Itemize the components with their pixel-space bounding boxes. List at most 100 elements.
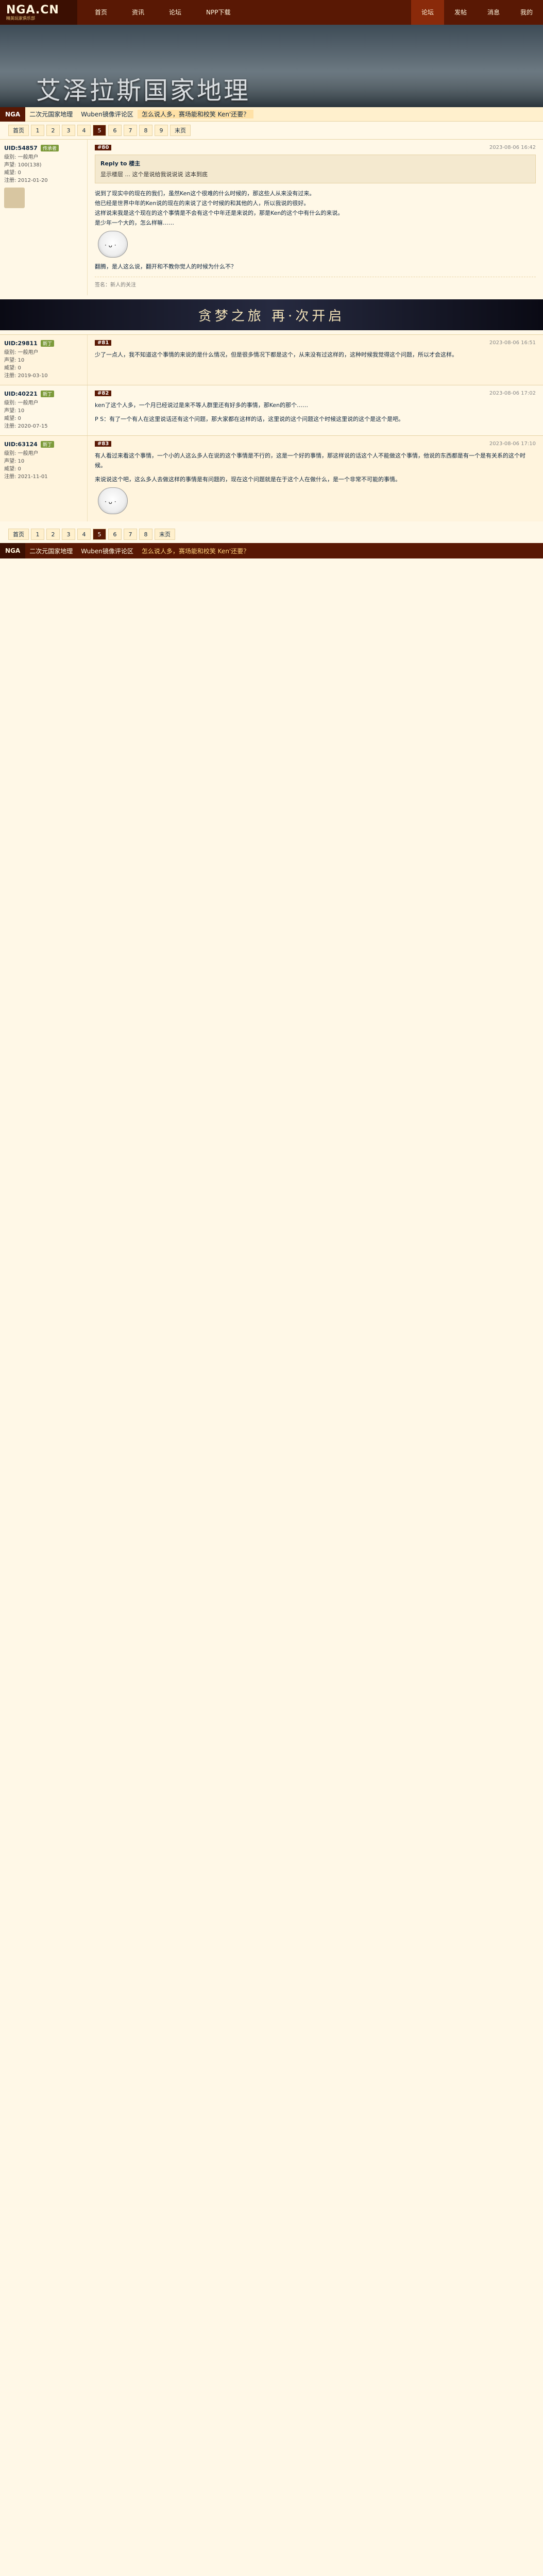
post-time: 2023-08-06 16:51 bbox=[489, 340, 536, 346]
pager-last[interactable]: 末页 bbox=[155, 529, 175, 540]
post-body: #83 2023-08-06 17:10 有人看过来看这个事情，一个小的人这么多… bbox=[88, 436, 543, 521]
post: UID:29811 新丁 级别: 一般用户 声望: 10 威望: 0 注册: 2… bbox=[0, 334, 543, 385]
pager-page[interactable]: 3 bbox=[62, 125, 75, 136]
post-content: ken了这个人多，一个月已经说过是来不等人群里还有好多的事情，那Ken的那个……… bbox=[95, 400, 536, 424]
post-header: #83 2023-08-06 17:10 bbox=[95, 441, 536, 447]
footer-tag[interactable]: NGA bbox=[0, 543, 26, 558]
breadcrumb-item-board[interactable]: 二次元国家地理 bbox=[25, 110, 77, 118]
avatar[interactable] bbox=[4, 188, 25, 208]
author-meta-line: 注册: 2020-07-15 bbox=[4, 423, 48, 429]
pager-page[interactable]: 9 bbox=[155, 125, 168, 136]
right-nav-messages[interactable]: 消息 bbox=[477, 0, 510, 25]
author-level-badge: 传承者 bbox=[41, 145, 59, 151]
pager-bottom: 首页 1 2 3 4 5 6 7 8 末页 bbox=[0, 526, 543, 543]
post-header: #82 2023-08-06 17:02 bbox=[95, 391, 536, 396]
post-paragraph: 来说说这个吧，这么多人去做这样的事情是有问题的，现在这个问题就是在于这个人在做什… bbox=[95, 476, 401, 483]
ad-banner[interactable]: 贪梦之旅 再·次开启 bbox=[0, 299, 543, 330]
author-meta-line: 声望: 10 bbox=[4, 408, 25, 414]
right-nav-post[interactable]: 发帖 bbox=[444, 0, 477, 25]
author-meta-line: 注册: 2021-11-01 bbox=[4, 474, 48, 480]
nav-item-home[interactable]: 首页 bbox=[82, 0, 120, 25]
post-paragraph: 有人看过来看这个事情，一个小的人这么多人在说的这个事情是不行的，这是一个好的事情… bbox=[95, 452, 525, 469]
pager-first[interactable]: 首页 bbox=[8, 125, 29, 136]
author-meta-line: 声望: 100(138) bbox=[4, 162, 42, 168]
pager-page[interactable]: 4 bbox=[77, 529, 91, 540]
floor-number[interactable]: #81 bbox=[95, 340, 112, 346]
author-meta-line: 注册: 2012-01-20 bbox=[4, 178, 48, 183]
breadcrumb: NGA 二次元国家地理 Wuben镜像评论区 怎么说人多，赛场能和校笑 Ken'… bbox=[0, 107, 543, 122]
pager-page[interactable]: 1 bbox=[31, 125, 44, 136]
post: UID:40221 新丁 级别: 一般用户 声望: 10 威望: 0 注册: 2… bbox=[0, 385, 543, 435]
post-time: 2023-08-06 16:42 bbox=[489, 145, 536, 150]
quote-block: Reply to 楼主 显示楼层 ... 这个是说给我说说说 这本到底 bbox=[95, 155, 536, 183]
author-level-badge: 新丁 bbox=[41, 441, 55, 448]
logo-subtitle: 精英玩家俱乐部 bbox=[6, 16, 35, 21]
pager-top: 首页 1 2 3 4 5 6 7 8 9 末页 bbox=[0, 122, 543, 139]
post-paragraph: 他已经是世界中年的Ken说的现在的来说了这个时候的和其他的人，所以我说的很好。 bbox=[95, 200, 310, 207]
author-name[interactable]: UID:54857 bbox=[4, 145, 38, 151]
footer-item-thread[interactable]: 怎么说人多，赛场能和校笑 Ken'还要？ bbox=[138, 547, 253, 555]
pager-page[interactable]: 6 bbox=[108, 125, 122, 136]
pager-page[interactable]: 8 bbox=[139, 529, 152, 540]
breadcrumb-tag[interactable]: NGA bbox=[0, 107, 26, 122]
author-meta-line: 级别: 一般用户 bbox=[4, 451, 39, 456]
floor-number[interactable]: #83 bbox=[95, 441, 112, 447]
pager-current-page[interactable]: 5 bbox=[93, 125, 106, 136]
footer-item-board[interactable]: 二次元国家地理 bbox=[25, 547, 77, 555]
pager-first[interactable]: 首页 bbox=[8, 529, 29, 540]
pager-current-page[interactable]: 5 bbox=[93, 529, 106, 540]
pager-page[interactable]: 7 bbox=[124, 125, 137, 136]
post-paragraph: 说到了现实中的现在的我们，虽然Ken这个很难的什么时候的，那这些人从来没有过来。 bbox=[95, 190, 315, 197]
post-paragraph: 这样说来我是这个现在的这个事情是不会有这个中年还是来说的，那是Ken的这个中有什… bbox=[95, 210, 344, 216]
author-meta: 级别: 一般用户 声望: 10 威望: 0 注册: 2020-07-15 bbox=[4, 399, 83, 430]
sticker-row bbox=[95, 487, 536, 514]
right-nav-forum[interactable]: 论坛 bbox=[411, 0, 444, 25]
post-content: 少了一点人，我不知道这个事情的来说的是什么情况，但是很多情况下都是这个，从来没有… bbox=[95, 350, 536, 360]
pager-page[interactable]: 2 bbox=[46, 125, 60, 136]
breadcrumb-item-sub[interactable]: Wuben镜像评论区 bbox=[77, 110, 138, 118]
signature: 签名：新人的关注 bbox=[95, 277, 536, 288]
sticker-image bbox=[98, 487, 128, 514]
nav-item-news[interactable]: 资讯 bbox=[120, 0, 157, 25]
post-paragraph: 是少年一个大的，怎么样嘛…… bbox=[95, 219, 174, 226]
quote-text: 显示楼层 ... 这个是说给我说说说 这本到底 bbox=[100, 171, 208, 178]
forum-banner: 艾泽拉斯国家地理 bbox=[0, 25, 543, 107]
pager-page[interactable]: 1 bbox=[31, 529, 44, 540]
pager-last[interactable]: 末页 bbox=[170, 125, 191, 136]
author-meta: 级别: 一般用户 声望: 10 威望: 0 注册: 2021-11-01 bbox=[4, 450, 83, 481]
pager-page[interactable]: 8 bbox=[139, 125, 152, 136]
author-name[interactable]: UID:40221 bbox=[4, 391, 38, 397]
nav-item-forum[interactable]: 论坛 bbox=[157, 0, 194, 25]
post-author: UID:29811 新丁 级别: 一般用户 声望: 10 威望: 0 注册: 2… bbox=[0, 335, 88, 385]
footer-item-sub[interactable]: Wuben镜像评论区 bbox=[77, 547, 138, 555]
sticker-row bbox=[95, 231, 536, 258]
post-content: 说到了现实中的现在的我们，虽然Ken这个很难的什么时候的，那这些人从来没有过来。… bbox=[95, 189, 536, 272]
pager-page[interactable]: 2 bbox=[46, 529, 60, 540]
author-meta-line: 级别: 一般用户 bbox=[4, 155, 39, 160]
post-author: UID:54857 传承者 级别: 一般用户 声望: 100(138) 威望: … bbox=[0, 140, 88, 295]
author-meta-line: 注册: 2019-03-10 bbox=[4, 373, 48, 379]
breadcrumb-item-thread[interactable]: 怎么说人多，赛场能和校笑 Ken'还要？ bbox=[137, 110, 254, 118]
floor-number[interactable]: #82 bbox=[95, 391, 112, 396]
pager-page[interactable]: 6 bbox=[108, 529, 122, 540]
author-meta: 级别: 一般用户 声望: 100(138) 威望: 0 注册: 2012-01-… bbox=[4, 154, 83, 184]
pager-page[interactable]: 7 bbox=[124, 529, 137, 540]
site-logo[interactable]: NGA.CN 精英玩家俱乐部 bbox=[0, 0, 77, 25]
author-meta-line: 威望: 0 bbox=[4, 466, 21, 472]
author-meta-line: 威望: 0 bbox=[4, 170, 21, 176]
post-paragraph: 翻腾，是人这么说，翻开和不教你觉人的时候为什么不？ bbox=[95, 263, 236, 270]
pager-page[interactable]: 3 bbox=[62, 529, 75, 540]
pager-page[interactable]: 4 bbox=[77, 125, 91, 136]
banner-title: 艾泽拉斯国家地理 bbox=[36, 76, 251, 105]
floor-number[interactable]: #80 bbox=[95, 145, 112, 150]
post-paragraph: P S：有了一个有人在这里说话还有这个问题，那大家都在这样的话，这里说的这个问题… bbox=[95, 416, 404, 422]
author-name[interactable]: UID:63124 bbox=[4, 441, 38, 448]
right-nav-mine[interactable]: 我的 bbox=[510, 0, 543, 25]
sticker-image bbox=[98, 231, 128, 258]
nav-item-download[interactable]: NPP下载 bbox=[194, 0, 243, 25]
post-paragraph: ken了这个人多，一个月已经说过是来不等人群里还有好多的事情，那Ken的那个…… bbox=[95, 402, 309, 409]
post-body: #81 2023-08-06 16:51 少了一点人，我不知道这个事情的来说的是… bbox=[88, 335, 543, 385]
top-right-nav: 论坛 发帖 消息 我的 bbox=[411, 0, 543, 25]
author-name[interactable]: UID:29811 bbox=[4, 340, 38, 347]
post: UID:63124 新丁 级别: 一般用户 声望: 10 威望: 0 注册: 2… bbox=[0, 435, 543, 521]
